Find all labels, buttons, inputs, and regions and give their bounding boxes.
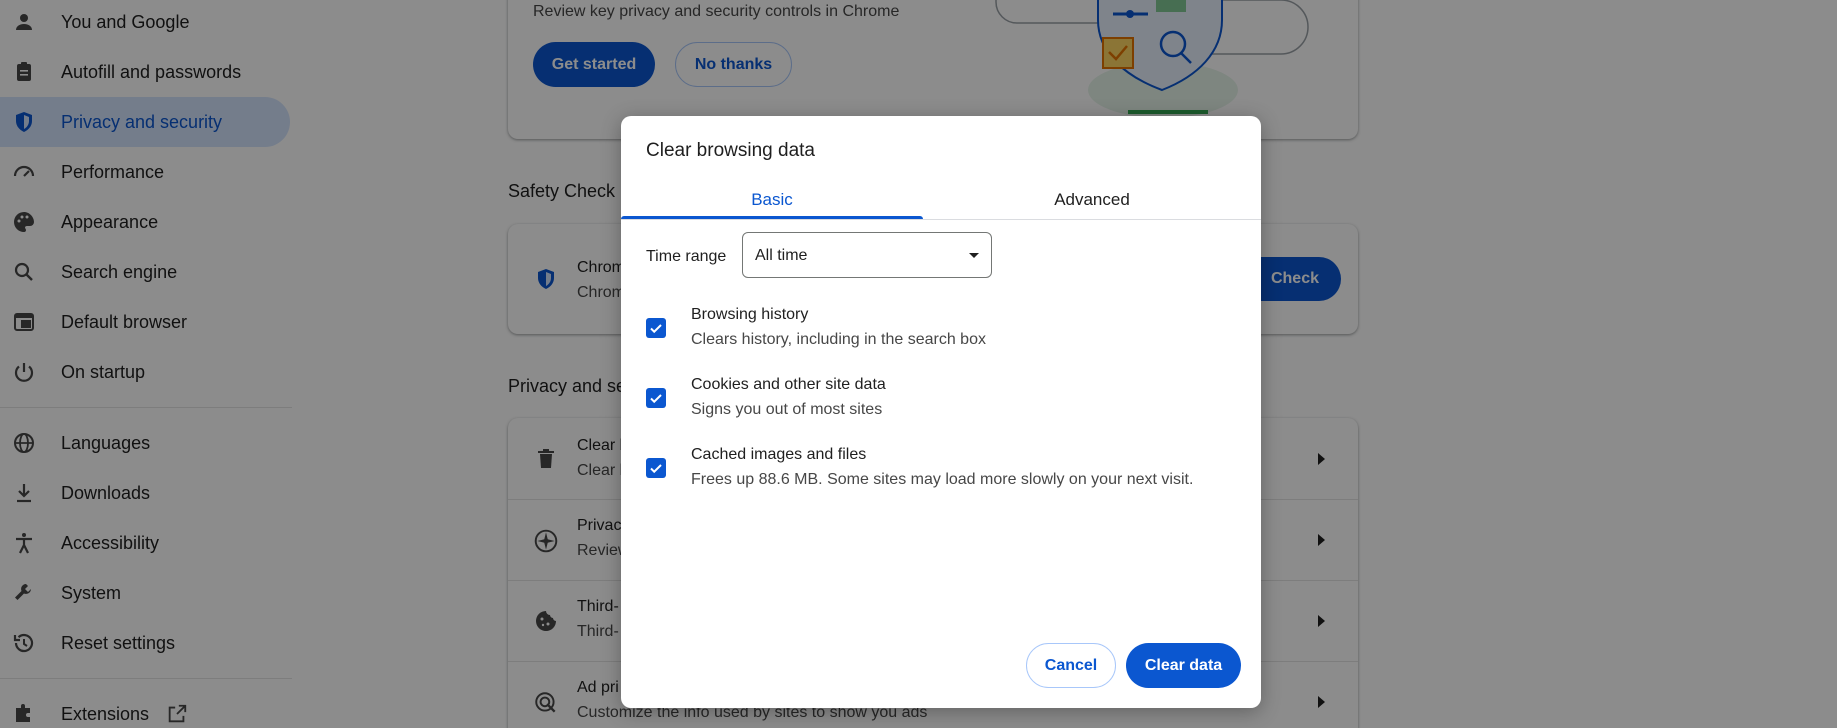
option-description: Signs you out of most sites: [691, 401, 883, 418]
checkmark-icon: [650, 324, 662, 334]
browsing-history-checkbox[interactable]: [646, 318, 666, 338]
chevron-down-icon: [969, 253, 979, 258]
option-cached-images: Cached images and files Frees up 88.6 MB…: [621, 446, 1261, 506]
option-title: Cached images and files: [691, 446, 867, 463]
cancel-button[interactable]: Cancel: [1026, 643, 1116, 688]
cookies-checkbox[interactable]: [646, 388, 666, 408]
dialog-title: Clear browsing data: [646, 140, 815, 161]
option-title: Browsing history: [691, 306, 809, 323]
option-title: Cookies and other site data: [691, 376, 886, 393]
checkmark-icon: [650, 464, 662, 474]
clear-browsing-data-dialog: Clear browsing data Basic Advanced Time …: [621, 116, 1261, 708]
tab-advanced[interactable]: Advanced: [923, 180, 1261, 236]
option-cookies: Cookies and other site data Signs you ou…: [621, 376, 1261, 436]
checkmark-icon: [650, 394, 662, 404]
option-description: Clears history, including in the search …: [691, 331, 986, 348]
tab-basic[interactable]: Basic: [621, 180, 923, 236]
time-range-value: All time: [755, 247, 808, 264]
clear-data-button[interactable]: Clear data: [1126, 643, 1241, 688]
tab-divider: [621, 219, 1261, 220]
option-description: Frees up 88.6 MB. Some sites may load mo…: [691, 471, 1194, 488]
time-range-label: Time range: [646, 248, 727, 265]
time-range-select[interactable]: All time: [742, 232, 992, 278]
option-browsing-history: Browsing history Clears history, includi…: [621, 306, 1261, 366]
cached-images-checkbox[interactable]: [646, 458, 666, 478]
